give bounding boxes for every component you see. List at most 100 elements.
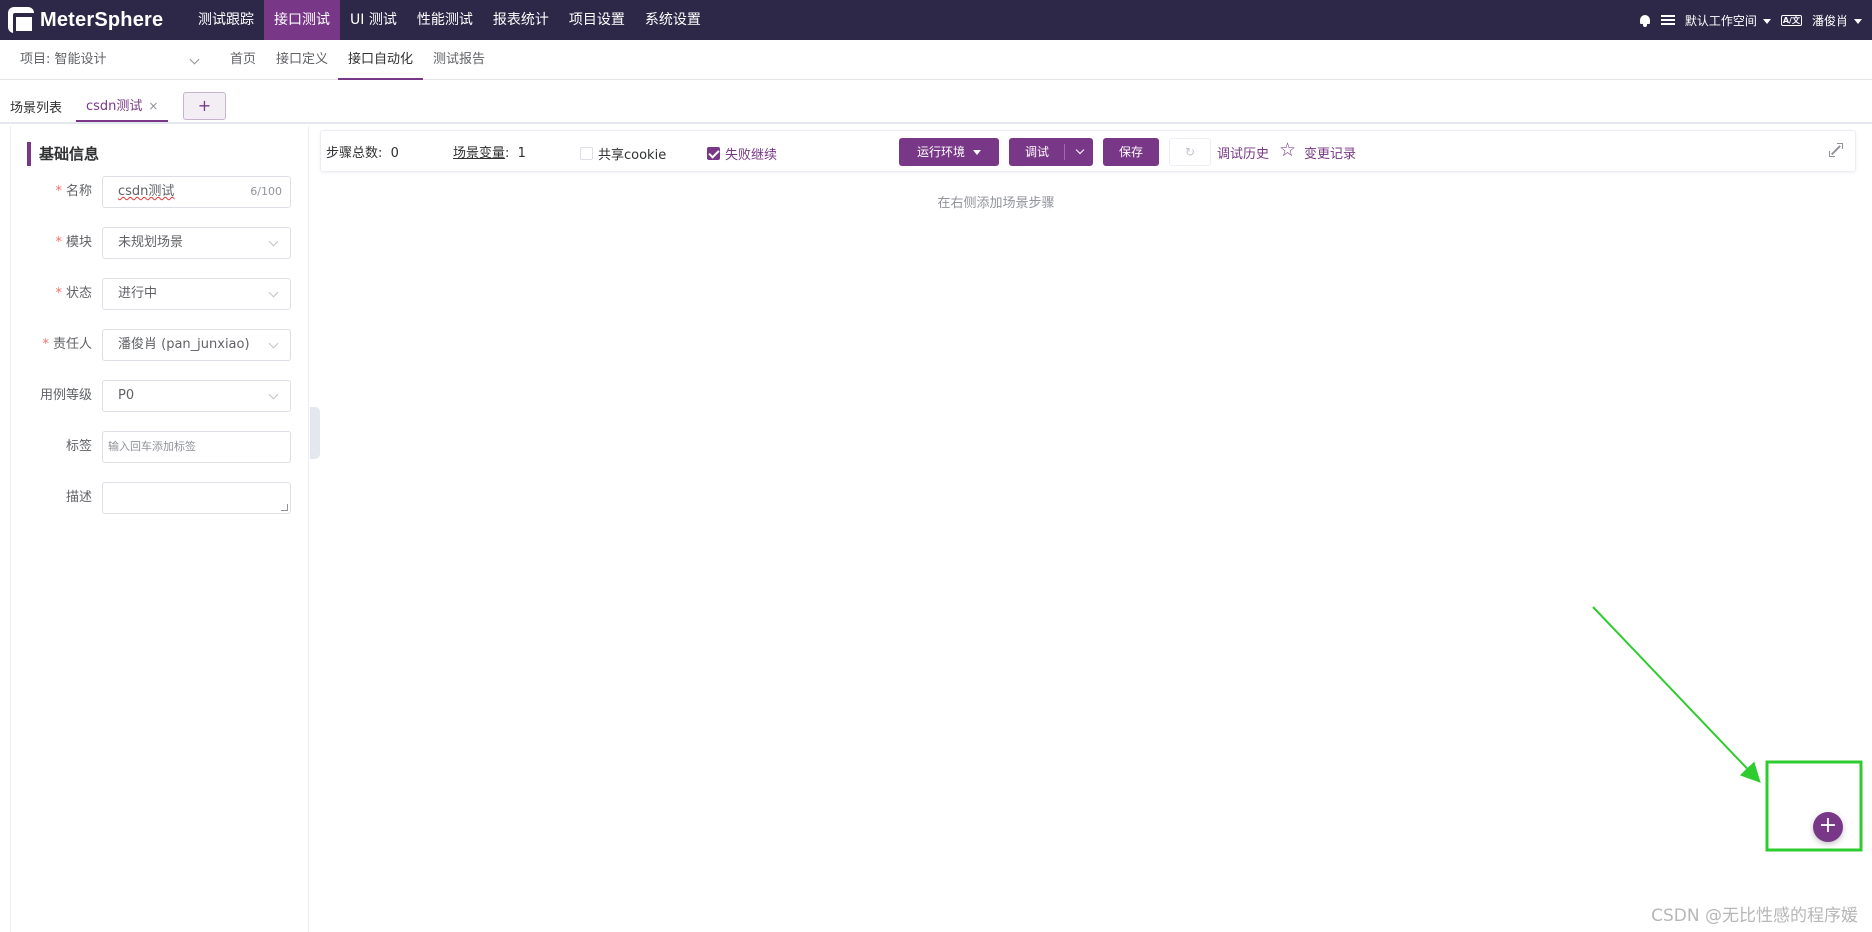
nav-project-settings[interactable]: 项目设置 <box>559 0 635 40</box>
chevron-down-icon <box>268 236 279 247</box>
required-mark: * <box>55 286 62 301</box>
scenario-tabs: 场景列表 csdn测试 × + <box>0 80 1872 124</box>
form-row-status: * 状态 进行中 <box>11 278 310 310</box>
header-right: 默认工作空间 A/文 潘俊肖 <box>1639 0 1862 40</box>
chevron-down-icon <box>268 389 279 400</box>
workspace-switcher[interactable]: 默认工作空间 <box>1685 12 1771 29</box>
caret-down-icon <box>1762 18 1771 24</box>
nav-api-test[interactable]: 接口测试 <box>264 0 340 40</box>
module-label: * 模块 <box>55 235 92 250</box>
form-row-module: * 模块 未规划场景 <box>11 227 310 259</box>
save-button[interactable]: 保存 <box>1103 138 1159 166</box>
fullscreen-icon[interactable] <box>1829 143 1843 157</box>
language-icon[interactable]: A/文 <box>1780 14 1802 26</box>
watermark: CSDN @无比性感的程序媛 <box>1651 906 1858 926</box>
module-value: 未规划场景 <box>118 235 184 250</box>
owner-label: * 责任人 <box>42 337 92 352</box>
add-tab-button[interactable]: + <box>183 92 226 120</box>
basic-info-panel: 基础信息 * 名称 csdn测试 6/100 * 模块 未规划场景 * 状态 进行中 … <box>10 126 309 932</box>
debug-split-button[interactable]: 调试 <box>1009 138 1093 166</box>
level-label: 用例等级 <box>39 388 92 403</box>
form-row-tags: 标签 输入回车添加标签 <box>11 431 310 463</box>
checkbox-checked-icon <box>707 147 720 160</box>
form-row-desc: 描述 <box>11 482 310 514</box>
sub-header: 项目: 智能设计 首页 接口定义 接口自动化 测试报告 <box>0 40 1872 80</box>
workspace-name: 默认工作空间 <box>1684 13 1757 28</box>
desc-label: 描述 <box>65 490 92 505</box>
app-root: MeterSphere 测试跟踪 接口测试 UI 测试 性能测试 报表统计 项目… <box>0 0 1872 932</box>
logo[interactable]: MeterSphere <box>0 7 188 34</box>
empty-steps-hint: 在右侧添加场景步骤 <box>937 196 1055 211</box>
scene-variables-value: 1 <box>517 146 526 161</box>
form-row-owner: * 责任人 潘俊肖 (pan_junxiao) <box>11 329 310 361</box>
caret-down-icon <box>973 150 981 155</box>
task-list-icon[interactable] <box>1660 14 1675 26</box>
run-environment-button[interactable]: 运行环境 <box>899 138 999 166</box>
nav-test-tracking[interactable]: 测试跟踪 <box>188 0 264 40</box>
app-name: MeterSphere <box>40 8 164 31</box>
project-selector[interactable]: 项目: 智能设计 <box>0 40 210 80</box>
desc-textarea[interactable] <box>102 482 291 514</box>
form-row-name: * 名称 csdn测试 6/100 <box>11 176 310 208</box>
debug-button[interactable]: 调试 <box>1025 145 1049 159</box>
project-label: 项目: 智能设计 <box>20 51 107 67</box>
tab-csdn-test[interactable]: csdn测试 × <box>76 91 169 122</box>
bell-icon[interactable] <box>1639 14 1651 27</box>
section-title: 基础信息 <box>27 142 99 166</box>
fail-continue-checkbox[interactable]: 失败继续 <box>707 144 777 163</box>
panel-splitter[interactable] <box>310 407 320 459</box>
required-mark: * <box>42 337 49 352</box>
add-step-fab[interactable]: + <box>1813 812 1843 842</box>
close-icon[interactable]: × <box>148 99 158 113</box>
chevron-down-icon[interactable] <box>1075 145 1085 155</box>
share-cookie-checkbox[interactable]: 共享cookie <box>580 144 666 163</box>
subnav-test-report[interactable]: 测试报告 <box>423 40 495 80</box>
change-log-link[interactable]: 变更记录 <box>1304 143 1356 162</box>
form-row-level: 用例等级 P0 <box>11 380 310 412</box>
user-menu[interactable]: 潘俊肖 <box>1812 12 1862 29</box>
char-count: 6/100 <box>250 185 282 198</box>
chevron-down-icon <box>268 338 279 349</box>
checkbox-icon <box>580 147 593 160</box>
chevron-down-icon <box>268 287 279 298</box>
divider <box>1064 144 1065 160</box>
nav-performance-test[interactable]: 性能测试 <box>407 0 483 40</box>
level-select[interactable]: P0 <box>102 380 291 412</box>
steps-total: 步骤总数: 0 <box>326 146 399 161</box>
required-mark: * <box>55 235 62 250</box>
owner-select[interactable]: 潘俊肖 (pan_junxiao) <box>102 329 291 361</box>
subnav-api-automation[interactable]: 接口自动化 <box>338 40 424 80</box>
module-select[interactable]: 未规划场景 <box>102 227 291 259</box>
tab-title: csdn测试 <box>86 99 143 114</box>
owner-value: 潘俊肖 (pan_junxiao) <box>118 337 250 352</box>
nav-system-settings[interactable]: 系统设置 <box>635 0 711 40</box>
star-icon[interactable]: ☆ <box>1279 140 1296 160</box>
caret-down-icon <box>1854 18 1862 24</box>
debug-history-link[interactable]: 调试历史 <box>1217 143 1269 162</box>
logo-icon <box>8 7 35 34</box>
tags-input[interactable]: 输入回车添加标签 <box>102 431 291 463</box>
name-input[interactable]: csdn测试 6/100 <box>102 176 291 208</box>
subnav-api-definition[interactable]: 接口定义 <box>266 40 338 80</box>
scene-variables[interactable]: 场景变量: 1 <box>453 142 526 161</box>
required-mark: * <box>55 184 62 199</box>
nav-ui-test[interactable]: UI 测试 <box>340 0 407 40</box>
user-name: 潘俊肖 <box>1811 13 1848 28</box>
level-value: P0 <box>118 388 135 403</box>
refresh-icon[interactable]: ↻ <box>1169 138 1211 166</box>
name-value: csdn测试 <box>118 184 175 199</box>
nav-reports[interactable]: 报表统计 <box>483 0 559 40</box>
status-label: * 状态 <box>55 286 92 301</box>
scenario-main: 步骤总数: 0 场景变量: 1 共享cookie 失败继续 运行环境 调试 保存… <box>320 130 1856 930</box>
steps-total-value: 0 <box>390 146 399 161</box>
status-select[interactable]: 进行中 <box>102 278 291 310</box>
sub-nav: 首页 接口定义 接口自动化 测试报告 <box>220 40 495 80</box>
tags-label: 标签 <box>65 439 92 454</box>
status-value: 进行中 <box>118 286 158 301</box>
tab-scenario-list[interactable]: 场景列表 <box>10 97 62 116</box>
top-header: MeterSphere 测试跟踪 接口测试 UI 测试 性能测试 报表统计 项目… <box>0 0 1872 40</box>
name-label: * 名称 <box>55 184 92 199</box>
subnav-home[interactable]: 首页 <box>220 40 266 80</box>
chevron-down-icon <box>189 54 200 64</box>
main-nav: 测试跟踪 接口测试 UI 测试 性能测试 报表统计 项目设置 系统设置 <box>188 0 711 40</box>
